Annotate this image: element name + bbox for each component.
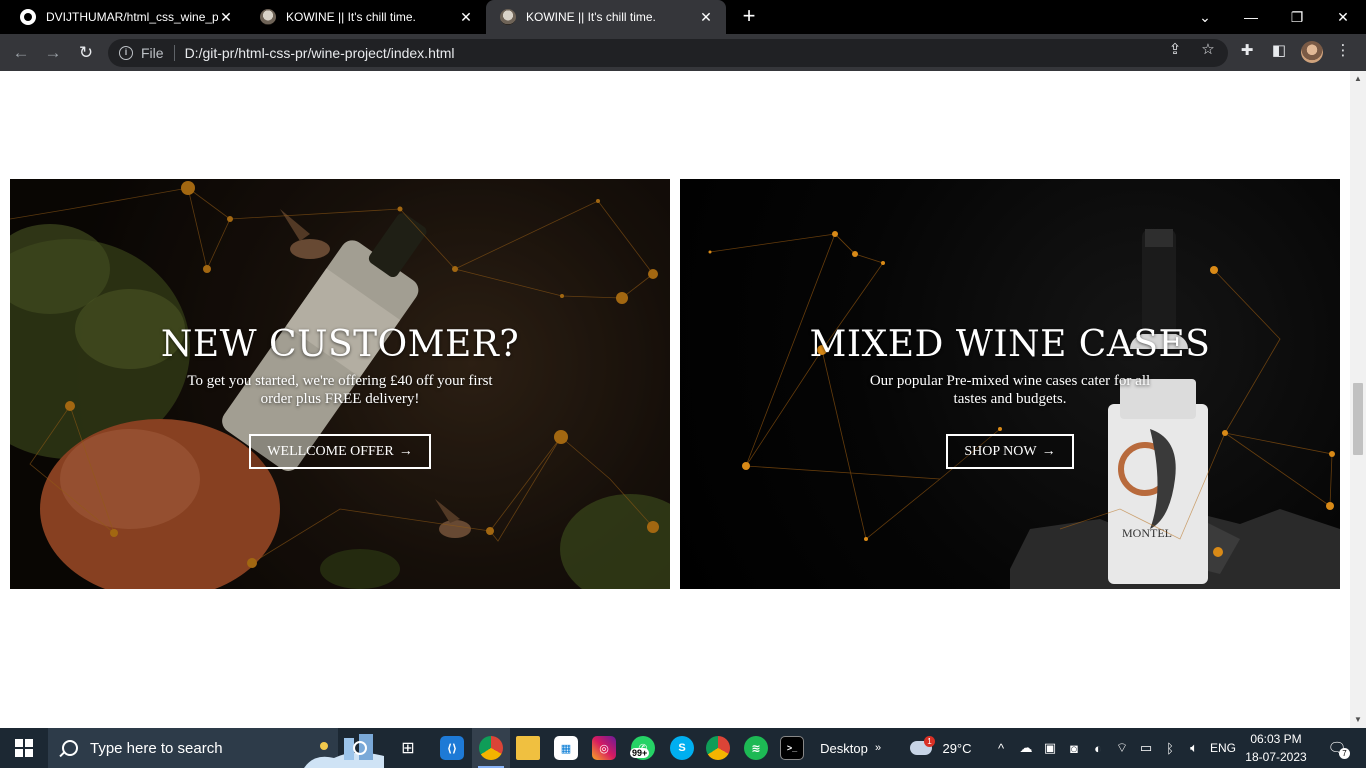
arrow-right-icon: → <box>398 443 413 459</box>
tab-title: KOWINE || It's chill time. <box>286 10 416 24</box>
divider <box>173 45 175 61</box>
scrollbar-thumb[interactable] <box>1353 383 1363 455</box>
tab-title: KOWINE || It's chill time. <box>526 10 656 24</box>
windows-taskbar: Type here to search ⊞ ⟨⟩ ▦ ◎ ✆ 99+ S ≋ >… <box>0 728 1366 768</box>
desktop-toolbar-label[interactable]: Desktop <box>816 728 872 768</box>
card-heading: NEW CUSTOMER? <box>160 324 520 365</box>
tab-github[interactable]: DVIJTHUMAR/html_css_wine_pro ✕ <box>6 0 246 34</box>
weather-cloud-icon[interactable]: 1 <box>906 728 936 768</box>
card-content: MIXED WINE CASES Our popular Pre-mixed w… <box>680 179 1340 589</box>
tab-kowine-1[interactable]: KOWINE || It's chill time. ✕ <box>246 0 486 34</box>
task-view-circle-icon[interactable] <box>342 728 378 768</box>
tray-show-hidden-chevron-icon[interactable]: ^ <box>992 728 1010 768</box>
reload-icon[interactable]: ↻ <box>73 40 99 66</box>
menu-kebab-icon[interactable]: ⋮ <box>1332 40 1354 62</box>
button-label: WELLCOME OFFER <box>267 443 394 459</box>
wifi-icon[interactable]: ⌔ <box>1112 728 1132 768</box>
web-page: NEW CUSTOMER? To get you started, we're … <box>0 71 1350 728</box>
new-tab-plus-icon[interactable]: + <box>736 4 762 30</box>
arrow-right-icon: → <box>1041 443 1056 459</box>
toolbar-expand-chevron-icon[interactable]: » <box>870 728 886 768</box>
battery-icon[interactable]: ▭ <box>1136 728 1156 768</box>
shop-now-button[interactable]: SHOP NOW → <box>946 434 1074 469</box>
tab-search-chevron-icon[interactable]: ⌄ <box>1182 0 1228 34</box>
tab-kowine-active[interactable]: KOWINE || It's chill time. ✕ <box>486 0 726 34</box>
windows-start-icon[interactable] <box>0 728 48 768</box>
card-text: Our popular Pre-mixed wine cases cater f… <box>869 373 1151 407</box>
language-indicator[interactable]: ENG <box>1208 728 1238 768</box>
page-scrollbar[interactable]: ▲ ▼ <box>1350 71 1366 728</box>
wine-favicon-icon <box>500 9 516 25</box>
search-placeholder: Type here to search <box>90 739 223 757</box>
profile-avatar[interactable] <box>1301 41 1323 63</box>
restore-icon[interactable]: ❐ <box>1274 0 1320 34</box>
weather-badge: 1 <box>924 736 935 747</box>
skype-icon[interactable]: S <box>664 728 700 768</box>
chrome-active-icon[interactable] <box>472 728 510 768</box>
card-text: To get you started, we're offering £40 o… <box>187 373 493 407</box>
scroll-down-arrow-icon[interactable]: ▼ <box>1350 712 1366 728</box>
wine-favicon-icon <box>260 9 276 25</box>
file-explorer-icon[interactable] <box>510 728 546 768</box>
tab-strip: DVIJTHUMAR/html_css_wine_pro ✕ KOWINE ||… <box>0 0 1366 34</box>
taskbar-clock[interactable]: 06:03 PM 18-07-2023 <box>1240 730 1312 766</box>
browser-toolbar: ← → ↻ i File D:/git-pr/html-css-pr/wine-… <box>0 34 1366 71</box>
close-tab-icon[interactable]: ✕ <box>698 9 714 26</box>
weather-temp[interactable]: 29°C <box>936 728 978 768</box>
vpn-shield-icon[interactable]: ◐ <box>1088 728 1108 768</box>
taskbar-search-box[interactable]: Type here to search <box>48 728 384 768</box>
close-window-icon[interactable]: ✕ <box>1320 0 1366 34</box>
forward-arrow-icon[interactable]: → <box>40 40 66 66</box>
bookmark-star-icon[interactable]: ☆ <box>1197 39 1219 61</box>
close-tab-icon[interactable]: ✕ <box>458 9 474 26</box>
side-panel-icon[interactable]: ◧ <box>1268 40 1290 62</box>
card-content: NEW CUSTOMER? To get you started, we're … <box>10 179 670 589</box>
wellcome-offer-button[interactable]: WELLCOME OFFER → <box>249 434 431 469</box>
card-heading: MIXED WINE CASES <box>809 324 1211 365</box>
vscode-icon[interactable]: ⟨⟩ <box>434 728 470 768</box>
back-arrow-icon[interactable]: ← <box>8 40 34 66</box>
clock-date: 18-07-2023 <box>1245 750 1307 764</box>
onedrive-cloud-icon[interactable]: ☁ <box>1016 728 1036 768</box>
close-tab-icon[interactable]: ✕ <box>218 9 234 26</box>
address-bar[interactable]: i File D:/git-pr/html-css-pr/wine-projec… <box>108 39 1228 67</box>
share-icon[interactable]: ⇪ <box>1164 39 1186 61</box>
minimize-icon[interactable]: — <box>1228 0 1274 34</box>
search-icon <box>62 740 78 756</box>
whatsapp-badge: 99+ <box>630 748 650 758</box>
microsoft-store-icon[interactable]: ▦ <box>548 728 584 768</box>
tab-title: DVIJTHUMAR/html_css_wine_pro <box>46 10 218 24</box>
scheme-label: File <box>141 45 164 61</box>
scroll-up-arrow-icon[interactable]: ▲ <box>1350 71 1366 87</box>
terminal-icon[interactable]: >_ <box>774 728 810 768</box>
url-text[interactable]: D:/git-pr/html-css-pr/wine-project/index… <box>185 45 455 61</box>
github-icon <box>20 9 36 25</box>
extensions-puzzle-icon[interactable]: ✚ <box>1236 40 1258 62</box>
notification-center-icon[interactable]: 🗨︎ 7 <box>1320 728 1354 768</box>
bluetooth-icon[interactable]: ᛒ <box>1160 728 1180 768</box>
chrome-profile-icon[interactable] <box>700 728 736 768</box>
mixed-wine-cases-card: MONTEL MIXED WINE CASES Our popular Pre-… <box>680 179 1340 589</box>
widgets-icon[interactable]: ⊞ <box>390 728 426 768</box>
spotify-icon[interactable]: ≋ <box>738 728 774 768</box>
clock-time: 06:03 PM <box>1250 732 1302 746</box>
volume-speaker-icon[interactable]: 🔈︎ <box>1182 728 1206 768</box>
camera-privacy-icon[interactable]: ▣ <box>1040 728 1060 768</box>
button-label: SHOP NOW <box>964 443 1037 459</box>
meet-camera-icon[interactable]: ◙ <box>1064 728 1084 768</box>
new-customer-card: NEW CUSTOMER? To get you started, we're … <box>10 179 670 589</box>
instagram-icon[interactable]: ◎ <box>586 728 622 768</box>
info-icon[interactable]: i <box>119 46 133 60</box>
whatsapp-icon[interactable]: ✆ 99+ <box>624 728 662 768</box>
notification-count-badge: 7 <box>1339 748 1350 759</box>
